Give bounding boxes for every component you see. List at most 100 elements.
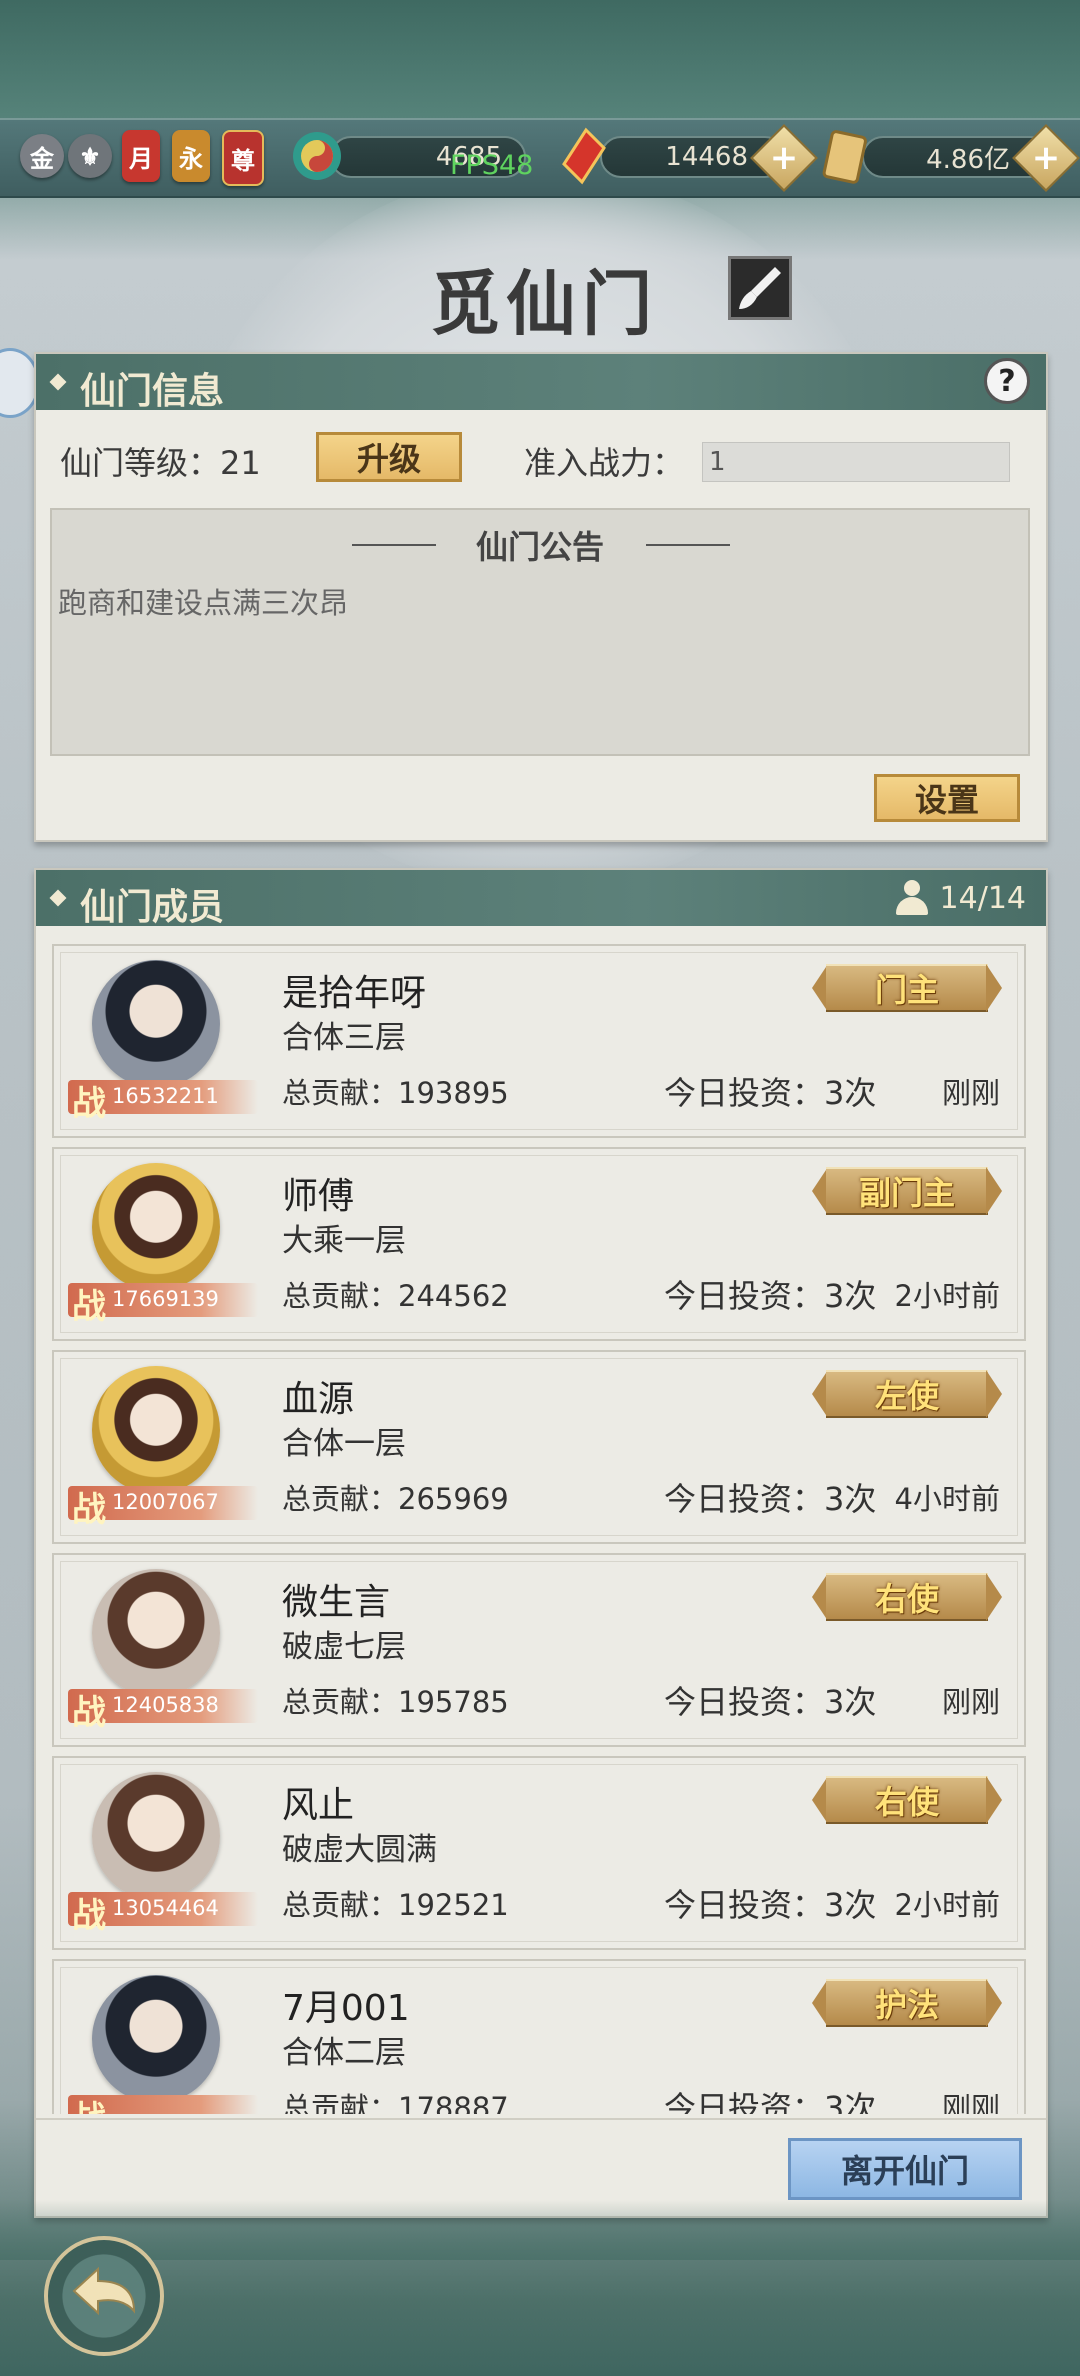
member-rank: 副门主 [858,1174,955,1212]
members-header: 仙门成员 14/14 [36,870,1046,928]
member-rank: 门主 [874,971,939,1009]
member-list[interactable]: 战 16532211 是拾年呀 合体三层 总贡献：193895 今日投资：3次 … [52,944,1030,2114]
member-power: 12007067 [112,1490,219,1514]
member-card[interactable]: 战 16532211 是拾年呀 合体三层 总贡献：193895 今日投资：3次 … [52,944,1026,1138]
sect-info-panel: 仙门信息 ? 仙门等级：21 升级 准入战力： 1 仙门公告 跑商和建设点满三次… [34,352,1048,842]
member-avatar[interactable] [92,960,220,1088]
brush-icon [739,267,781,309]
member-realm: 合体三层 [282,1020,406,1056]
member-card[interactable]: 战 17669139 师傅 大乘一层 总贡献：244562 今日投资：3次 2小… [52,1147,1026,1341]
member-rank: 右使 [874,1580,939,1618]
battle-power-icon: 战 [72,1693,106,1733]
member-avatar[interactable] [92,1975,220,2103]
sect-notice-box: 仙门公告 跑商和建设点满三次昂 [50,508,1030,756]
member-contribution: 总贡献：195785 [282,1685,509,1719]
member-power: 17669139 [112,1287,219,1311]
member-contribution: 总贡献：193895 [282,1076,509,1110]
sect-info-title: 仙门信息 [80,370,225,412]
battle-power-icon: 战 [72,1287,106,1327]
power-tag: 战 13054464 [68,1892,258,1936]
member-avatar[interactable] [92,1772,220,1900]
member-realm: 破虚大圆满 [282,1832,437,1868]
member-investment: 今日投资：3次 [664,1683,877,1721]
edit-brush-button[interactable] [728,256,792,320]
member-name: 是拾年呀 [282,973,427,1014]
battle-power-icon: 战 [72,1896,106,1936]
member-name: 微生言 [282,1582,391,1623]
member-last-active: 2小时前 [894,1888,1000,1922]
gold-badge-icon[interactable]: 金 [20,134,64,178]
upgrade-button[interactable]: 升级 [316,432,462,482]
power-tag: 战 16532211 [68,1080,258,1124]
member-rank-badge: 右使 [812,1776,1002,1824]
permanent-card-icon[interactable]: 永 [172,130,210,182]
crest-badge-icon[interactable]: ⚜ [68,134,112,178]
member-investment: 今日投资：3次 [664,1277,877,1315]
member-card[interactable]: 战 12007067 血源 合体一层 总贡献：265969 今日投资：3次 4小… [52,1350,1026,1544]
add-crystal-button[interactable]: + [750,124,818,192]
settings-button[interactable]: 设置 [874,774,1020,822]
member-realm: 大乘一层 [282,1223,406,1259]
add-coin-button[interactable]: + [1012,124,1080,192]
power-tag: 战 12405838 [68,1689,258,1733]
member-contribution: 总贡献：178887 [282,2091,509,2114]
members-title: 仙门成员 [80,886,225,928]
monthly-card-icon[interactable]: 月 [122,130,160,182]
member-rank-badge: 门主 [812,964,1002,1012]
member-last-active: 2小时前 [894,1279,1000,1313]
leave-sect-button[interactable]: 离开仙门 [788,2138,1022,2200]
member-avatar[interactable] [92,1366,220,1494]
power-tag: 战 17669139 [68,1283,258,1327]
members-icon [892,880,932,916]
back-button[interactable] [44,2236,164,2356]
member-rank: 右使 [874,1783,939,1821]
member-investment: 今日投资：3次 [664,1886,877,1924]
member-rank-badge: 护法 [812,1979,1002,2027]
member-name: 师傅 [282,1176,355,1217]
back-arrow-icon [72,2266,136,2316]
member-name: 7月001 [282,1988,410,2029]
member-rank: 护法 [874,1986,939,2024]
mountain-decoration [0,2200,1080,2260]
member-count: 14/14 [892,880,1026,916]
member-power: 12405838 [112,1693,219,1717]
red-crystal-icon [562,127,606,185]
member-realm: 合体一层 [282,1426,406,1462]
diamond-icon [49,889,67,907]
member-rank: 左使 [874,1377,939,1415]
member-last-active: 刚刚 [941,2091,1000,2114]
member-realm: 破虚七层 [282,1629,406,1665]
members-panel: 仙门成员 14/14 战 16532211 是拾年呀 合体三层 总贡献：1938… [34,868,1048,2218]
member-contribution: 总贡献：192521 [282,1888,509,1922]
member-card[interactable]: 战 13054464 风止 破虚大圆满 总贡献：192521 今日投资：3次 2… [52,1756,1026,1950]
member-name: 风止 [282,1785,355,1826]
power-requirement-label: 准入战力： [524,444,685,482]
power-tag: 战 12007067 [68,1486,258,1530]
resource-bar: 金 ⚜ 月 永 尊 4685 14468 + 4.86亿 + [0,118,1080,198]
member-investment: 今日投资：3次 [664,1480,877,1518]
member-power: 16532211 [112,1084,219,1108]
member-card[interactable]: 战 7月001 合体二层 总贡献：178887 今日投资：3次 刚刚 护法 [52,1959,1026,2114]
vip-card-icon[interactable]: 尊 [222,130,264,186]
member-contribution: 总贡献：265969 [282,1482,509,1516]
notice-text: 跑商和建设点满三次昂 [58,586,349,620]
member-investment: 今日投资：3次 [664,1074,877,1112]
battle-power-icon: 战 [72,1084,106,1124]
member-investment: 今日投资：3次 [664,2089,877,2114]
fps-counter: FPS48 [450,150,534,181]
power-requirement-input[interactable]: 1 [702,442,1010,482]
member-rank-badge: 副门主 [812,1167,1002,1215]
battle-power-icon: 战 [72,2091,106,2114]
member-avatar[interactable] [92,1163,220,1291]
member-last-active: 刚刚 [941,1076,1000,1110]
member-last-active: 4小时前 [894,1482,1000,1516]
battle-power-icon: 战 [72,1490,106,1530]
jade-orb-icon [293,132,341,180]
member-rank-badge: 左使 [812,1370,1002,1418]
member-card[interactable]: 战 12405838 微生言 破虚七层 总贡献：195785 今日投资：3次 刚… [52,1553,1026,1747]
sect-level-label: 仙门等级：21 [60,444,261,482]
member-avatar[interactable] [92,1569,220,1697]
help-icon[interactable]: ? [984,358,1030,404]
power-tag: 战 [68,2095,258,2114]
member-power: 13054464 [112,1896,219,1920]
